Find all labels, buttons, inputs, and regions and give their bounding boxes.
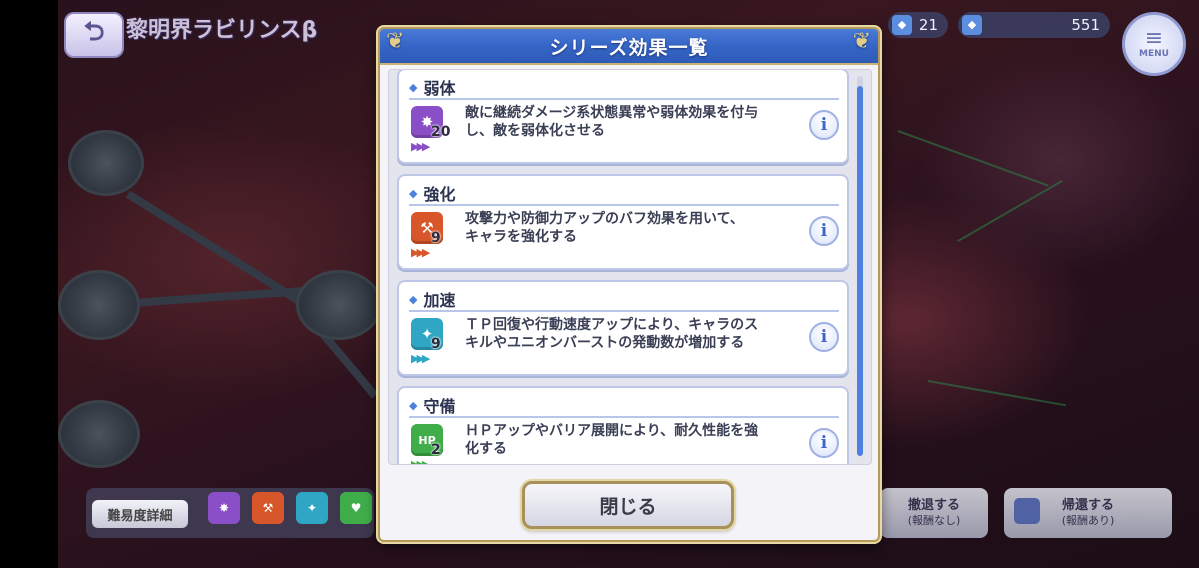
info-button[interactable]: i	[809, 110, 839, 140]
divider	[409, 204, 839, 206]
buff-series-icon: ⚒ 9 ▶▶▶	[411, 212, 451, 260]
return-sub-label: (報酬あり)	[1061, 514, 1115, 527]
info-icon: i	[820, 433, 828, 453]
chevrons-icon: ▶▶▶	[411, 140, 430, 153]
info-icon: i	[820, 327, 828, 347]
return-icon	[1014, 498, 1040, 524]
series-name: ◆ 弱体	[409, 79, 456, 98]
series-card-speed: ◆ 加速 ✦ 9 ▶▶▶ ＴＰ回復や行動速度アップにより、キャラのス キルやユニオ…	[397, 280, 849, 376]
screen-edge	[0, 0, 58, 568]
debuff-series-icon: ✸	[208, 492, 240, 524]
energy-value: 21	[918, 16, 938, 34]
ornament-icon: ❦	[386, 29, 406, 54]
diamond-icon: ◆	[409, 186, 418, 200]
divider	[409, 310, 839, 312]
map-node[interactable]	[58, 400, 140, 468]
hamburger-icon: ≡	[1144, 26, 1164, 51]
series-description: 敵に継続ダメージ系状態異常や弱体効果を付与 し、敵を弱体化させる	[465, 105, 759, 139]
series-count: 9	[431, 230, 441, 246]
info-button[interactable]: i	[809, 322, 839, 352]
info-icon: i	[820, 221, 828, 241]
energy-counter: ◆ 21	[888, 12, 948, 38]
currency-counter: ◆ 551	[958, 12, 1110, 38]
series-name: ◆ 守備	[409, 397, 456, 416]
map-crack	[927, 380, 1067, 407]
divider	[409, 416, 839, 418]
back-button[interactable]: ⮌	[64, 12, 124, 58]
back-arrow-icon: ⮌	[83, 17, 105, 47]
diamond-icon: ◆	[409, 292, 418, 306]
chevrons-icon: ▶▶▶	[411, 458, 430, 464]
series-description: ＨＰアップやバリア展開により、耐久性能を強 化する	[465, 423, 759, 457]
scrollbar-thumb[interactable]	[857, 86, 863, 456]
series-card-buff: ◆ 強化 ⚒ 9 ▶▶▶ 攻撃力や防御力アップのバフ効果を用いて、 キャラを強化す…	[397, 174, 849, 270]
ornament-icon: ❦	[852, 29, 872, 54]
series-count: 20	[431, 124, 451, 140]
menu-button[interactable]: ≡ MENU	[1122, 12, 1186, 76]
menu-label: MENU	[1139, 49, 1169, 59]
return-label: 帰還する	[1061, 498, 1114, 513]
series-name: ◆ 加速	[409, 291, 456, 310]
dialog-header: ❦ シリーズ効果一覧 ❦	[380, 29, 878, 65]
buff-series-icon: ⚒	[252, 492, 284, 524]
energy-icon: ◆	[892, 15, 912, 35]
diamond-icon: ◆	[409, 80, 418, 94]
retreat-button[interactable]: 撤退する (報酬なし)	[880, 488, 988, 538]
map-crack	[957, 180, 1063, 242]
info-button[interactable]: i	[809, 428, 839, 458]
map-path	[117, 283, 348, 308]
divider	[409, 98, 839, 100]
dialog-title: シリーズ効果一覧	[549, 36, 709, 59]
stage-title: 黎明界ラビリンスβ	[126, 18, 318, 43]
map-node[interactable]	[58, 270, 140, 340]
speed-series-icon: ✦	[296, 492, 328, 524]
series-list[interactable]: ◆ 弱体 ✸ 20 ▶▶▶ 敵に継続ダメージ系状態異常や弱体効果を付与 し、敵を弱…	[388, 69, 872, 465]
series-description: 攻撃力や防御力アップのバフ効果を用いて、 キャラを強化する	[465, 211, 744, 245]
currency-value: 551	[1071, 16, 1100, 34]
close-button[interactable]: 閉じる	[522, 481, 734, 529]
debuff-series-icon: ✸ 20 ▶▶▶	[411, 106, 451, 154]
diamond-icon: ◆	[409, 398, 418, 412]
chevrons-icon: ▶▶▶	[411, 246, 430, 259]
map-crack	[897, 130, 1049, 187]
defense-series-icon: HP 2 ▶▶▶	[411, 424, 451, 464]
info-icon: i	[820, 115, 828, 135]
speed-series-icon: ✦ 9 ▶▶▶	[411, 318, 451, 366]
map-node[interactable]	[296, 270, 382, 340]
return-button[interactable]: 帰還する (報酬あり)	[1004, 488, 1172, 538]
series-card-debuff: ◆ 弱体 ✸ 20 ▶▶▶ 敵に継続ダメージ系状態異常や弱体効果を付与 し、敵を弱…	[397, 70, 849, 164]
series-count: 2	[431, 442, 441, 458]
map-path	[125, 190, 351, 336]
currency-icon: ◆	[962, 15, 982, 35]
chevrons-icon: ▶▶▶	[411, 352, 430, 365]
series-effects-dialog: ❦ シリーズ効果一覧 ❦ ◆ 弱体 ✸ 20 ▶▶▶ 敵に継続ダメージ系状態異常や…	[378, 27, 880, 542]
defense-series-icon: ♥	[340, 492, 372, 524]
series-name: ◆ 強化	[409, 185, 456, 204]
series-description: ＴＰ回復や行動速度アップにより、キャラのス キルやユニオンバーストの発動数が増加…	[465, 317, 759, 351]
map-path	[294, 301, 379, 399]
map-node[interactable]	[68, 130, 144, 196]
difficulty-detail-button[interactable]: 難易度詳細	[92, 500, 188, 528]
retreat-sub-label: (報酬なし)	[907, 514, 961, 527]
series-card-defense: ◆守備 HP 2 ▶▶▶ ＨＰアップやバリア展開により、耐久性能を強 化する i	[397, 386, 849, 464]
series-count: 9	[431, 336, 441, 352]
info-button[interactable]: i	[809, 216, 839, 246]
retreat-label: 撤退する	[907, 498, 960, 513]
scrollbar[interactable]	[857, 76, 863, 456]
